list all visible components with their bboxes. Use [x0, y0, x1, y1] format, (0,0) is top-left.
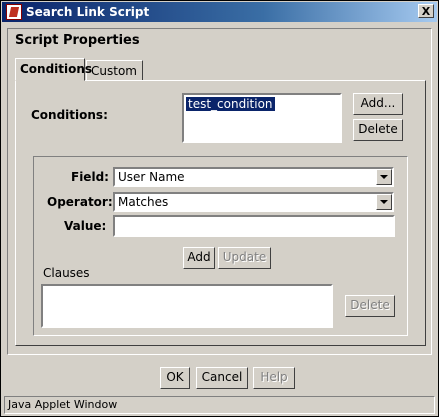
operator-select[interactable]: Matches	[113, 192, 394, 212]
add-condition-button[interactable]: Add...	[353, 93, 403, 115]
help-button[interactable]: Help	[253, 367, 295, 389]
panel-heading: Script Properties	[15, 33, 140, 48]
add-clause-button[interactable]: Add	[183, 247, 215, 269]
conditions-list[interactable]: test_condition	[182, 93, 342, 143]
close-button[interactable]: X	[418, 4, 434, 18]
ok-button[interactable]: OK	[160, 367, 190, 389]
value-label: Value:	[64, 219, 107, 233]
operator-label: Operator:	[47, 195, 113, 209]
java-applet-icon	[6, 4, 22, 20]
window-title: Search Link Script	[26, 5, 150, 19]
status-bar: Java Applet Window	[4, 396, 435, 414]
field-select[interactable]: User Name	[113, 167, 394, 187]
value-input[interactable]	[113, 215, 395, 237]
list-item[interactable]: test_condition	[185, 96, 276, 112]
cancel-button[interactable]: Cancel	[196, 367, 248, 389]
operator-select-value: Matches	[118, 195, 169, 209]
tab-conditions[interactable]: Conditions	[15, 58, 92, 81]
conditions-label: Conditions:	[31, 108, 108, 122]
title-bar[interactable]: Search Link Script X	[2, 2, 437, 22]
chevron-down-icon[interactable]	[376, 169, 392, 185]
dialog-window: Search Link Script X Script Properties C…	[0, 0, 439, 417]
delete-condition-button[interactable]: Delete	[353, 119, 403, 141]
field-select-value: User Name	[118, 170, 185, 184]
clauses-list[interactable]	[41, 284, 333, 328]
field-label: Field:	[71, 170, 109, 184]
update-clause-button[interactable]: Update	[218, 247, 271, 269]
delete-clause-button[interactable]: Delete	[345, 295, 395, 317]
clauses-label: Clauses	[43, 266, 90, 280]
tab-custom[interactable]: Custom	[86, 60, 143, 81]
chevron-down-icon[interactable]	[376, 194, 392, 210]
